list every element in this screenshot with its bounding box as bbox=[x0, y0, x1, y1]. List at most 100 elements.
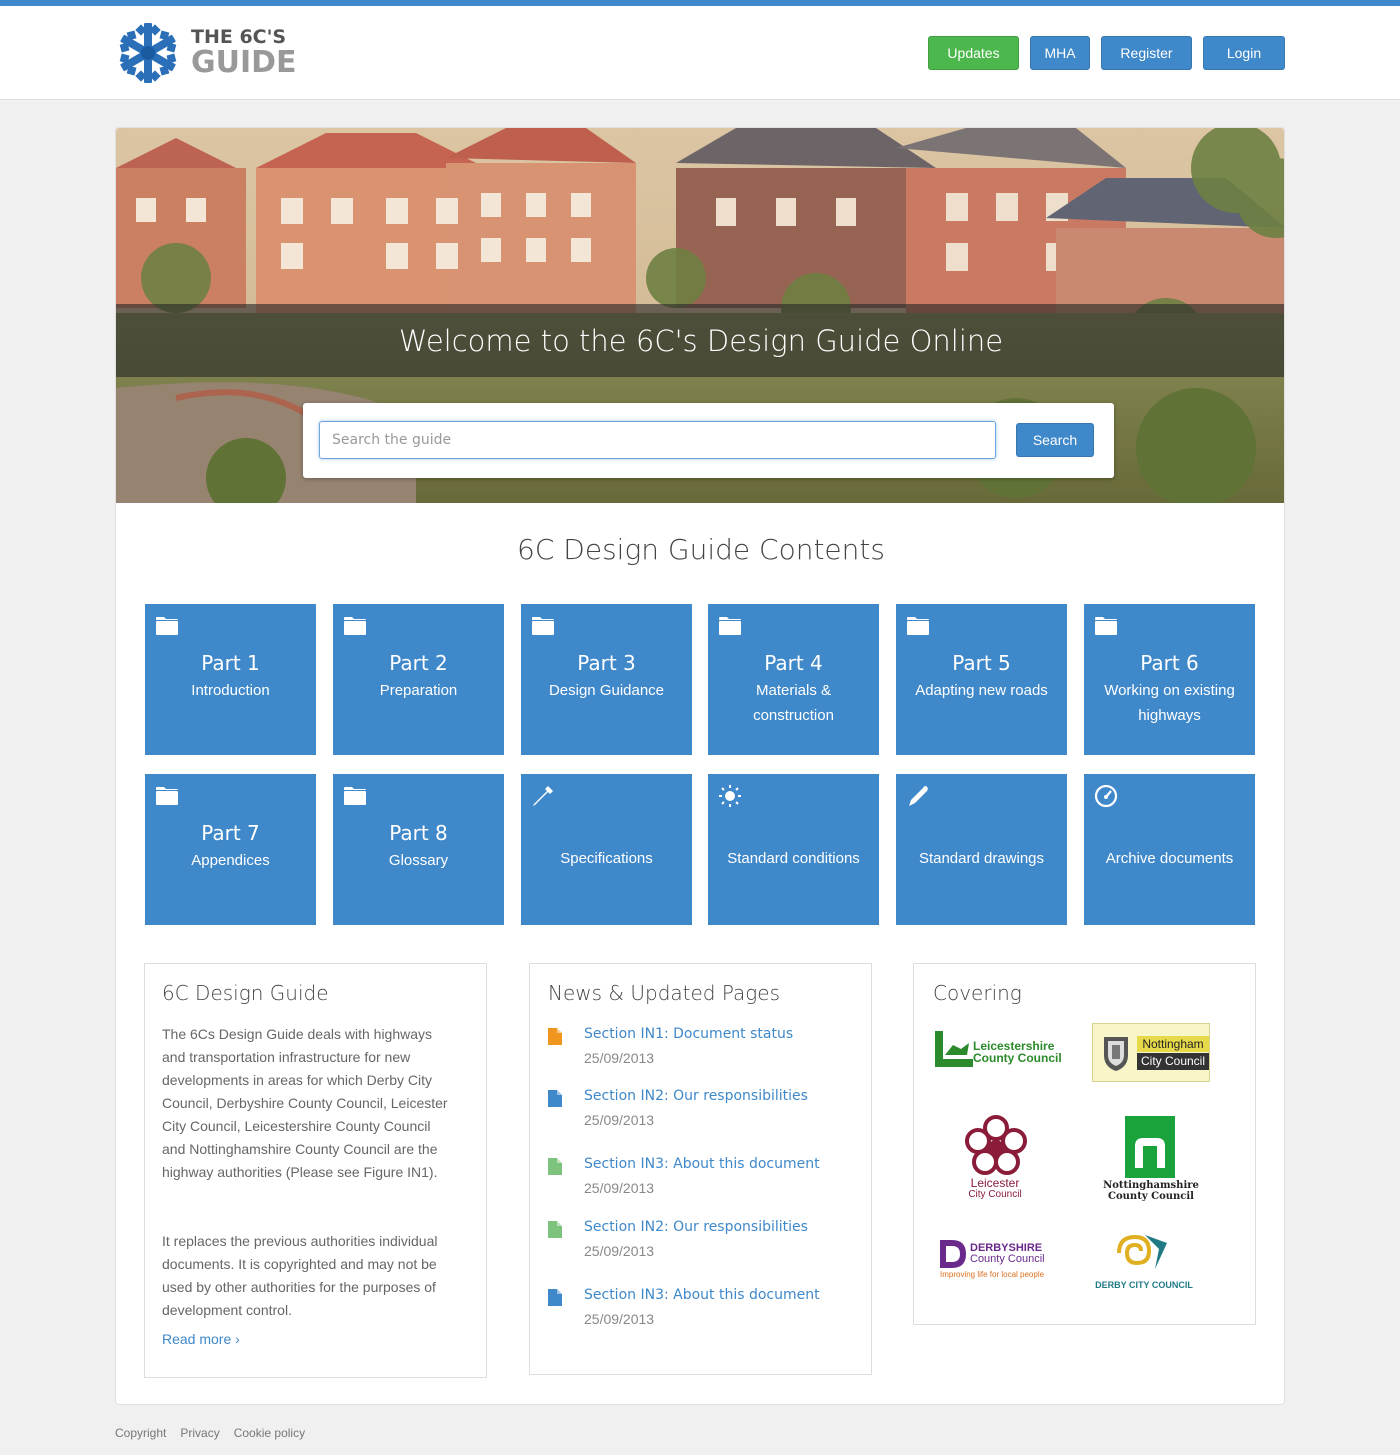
folder-icon bbox=[718, 614, 742, 638]
footer-links: Copyright Privacy Cookie policy bbox=[115, 1426, 305, 1440]
logo-subtitle: GUIDE bbox=[191, 45, 297, 80]
derby-name: DERBY CITY COUNCIL bbox=[1095, 1280, 1193, 1290]
dashboard-icon bbox=[1094, 784, 1118, 808]
sun-icon bbox=[718, 784, 742, 808]
tile-title: Part 2 bbox=[389, 651, 448, 675]
tile-subtitle: Standard drawings bbox=[918, 850, 1045, 867]
news-date: 25/09/2013 bbox=[584, 1112, 655, 1128]
about-panel: 6C Design Guide The 6Cs Design Guide dea… bbox=[144, 963, 487, 1378]
contents-tile-9[interactable]: Specifications bbox=[521, 774, 692, 925]
updates-button[interactable]: Updates bbox=[928, 36, 1019, 70]
news-date: 25/09/2013 bbox=[584, 1311, 655, 1327]
tile-subtitle: Working on existing highways bbox=[1104, 682, 1235, 724]
contents-tile-2[interactable]: Part 2 Preparation bbox=[333, 604, 504, 755]
leicester-city-council-logo[interactable]: Leicester City Council bbox=[950, 1114, 1040, 1204]
tile-subtitle: Materials & construction bbox=[753, 682, 834, 724]
derbyshire-county-council-logo[interactable]: DERBYSHIRE County Council Improving life… bbox=[938, 1236, 1058, 1286]
tile-title: Part 8 bbox=[389, 821, 448, 845]
copyright-link[interactable]: Copyright bbox=[115, 1426, 166, 1440]
folder-icon bbox=[155, 784, 179, 808]
news-date: 25/09/2013 bbox=[584, 1050, 655, 1066]
contents-tile-11[interactable]: Standard drawings bbox=[896, 774, 1067, 925]
folder-icon bbox=[343, 784, 367, 808]
n-emblem-icon bbox=[1125, 1116, 1175, 1178]
contents-title: 6C Design Guide Contents bbox=[517, 533, 885, 566]
tile-subtitle: Design Guidance bbox=[548, 682, 665, 699]
nottinghamshire-subname: County Council bbox=[1108, 1191, 1194, 1202]
tile-subtitle: Archive documents bbox=[1105, 850, 1234, 867]
news-link[interactable]: Section IN3: About this document bbox=[584, 1287, 820, 1303]
tile-subtitle: Introduction bbox=[191, 682, 270, 699]
contents-tile-3[interactable]: Part 3 Design Guidance bbox=[521, 604, 692, 755]
contents-tile-1[interactable]: Part 1 Introduction bbox=[145, 604, 316, 755]
news-date: 25/09/2013 bbox=[584, 1243, 655, 1259]
hero-banner: Welcome to the 6C's Design Guide Online … bbox=[116, 128, 1284, 503]
hero-title: Welcome to the 6C's Design Guide Online bbox=[398, 323, 1004, 358]
search-button[interactable]: Search bbox=[1016, 423, 1094, 457]
fox-emblem-icon bbox=[935, 1031, 973, 1067]
nottinghamshire-name: Nottinghamshire bbox=[1103, 1180, 1199, 1191]
tile-title: Part 1 bbox=[201, 651, 260, 675]
news-link[interactable]: Section IN2: Our responsibilities bbox=[584, 1088, 808, 1104]
news-link[interactable]: Section IN2: Our responsibilities bbox=[584, 1219, 808, 1235]
nottinghamshire-county-council-logo[interactable]: Nottinghamshire County Council bbox=[1101, 1116, 1201, 1206]
tile-subtitle: Glossary bbox=[388, 852, 449, 869]
privacy-link[interactable]: Privacy bbox=[180, 1426, 219, 1440]
contents-tile-8[interactable]: Part 8 Glossary bbox=[333, 774, 504, 925]
document-icon bbox=[548, 1028, 562, 1045]
tile-subtitle: Appendices bbox=[191, 852, 270, 869]
document-icon bbox=[548, 1158, 562, 1175]
eyedropper-icon bbox=[531, 784, 555, 808]
contents-tile-5[interactable]: Part 5 Adapting new roads bbox=[896, 604, 1067, 755]
search-box: Search bbox=[303, 403, 1114, 478]
nottingham-city-council-logo[interactable]: Nottingham City Council bbox=[1092, 1023, 1210, 1082]
read-more-link[interactable]: Read more › bbox=[162, 1331, 240, 1347]
tile-title: Part 7 bbox=[201, 821, 260, 845]
main-panel: Welcome to the 6C's Design Guide Online … bbox=[115, 127, 1285, 1405]
folder-icon bbox=[343, 614, 367, 638]
folder-icon bbox=[1094, 614, 1118, 638]
about-title: 6C Design Guide bbox=[162, 981, 329, 1005]
login-button[interactable]: Login bbox=[1203, 36, 1285, 70]
derbyshire-subname: County Council bbox=[970, 1253, 1045, 1265]
pencil-icon bbox=[906, 784, 930, 808]
contents-tile-4[interactable]: Part 4 Materials & construction bbox=[708, 604, 879, 755]
covering-panel: Covering Leicestershire County Council N… bbox=[913, 963, 1256, 1325]
news-date: 25/09/2013 bbox=[584, 1180, 655, 1196]
document-icon bbox=[548, 1289, 562, 1306]
about-paragraph-2: It replaces the previous authorities ind… bbox=[162, 1233, 438, 1318]
cookie-policy-link[interactable]: Cookie policy bbox=[234, 1426, 305, 1440]
mha-button[interactable]: MHA bbox=[1030, 36, 1090, 70]
tile-title: Part 5 bbox=[952, 651, 1011, 675]
tile-subtitle: Specifications bbox=[560, 850, 653, 867]
ram-emblem-icon bbox=[1117, 1234, 1167, 1269]
contents-tile-10[interactable]: Standard conditions bbox=[708, 774, 879, 925]
leicestershire-county-council-logo[interactable]: Leicestershire County Council bbox=[935, 1029, 1062, 1069]
derbyshire-tagline: Improving life for local people bbox=[940, 1270, 1045, 1279]
contents-tile-6[interactable]: Part 6 Working on existing highways bbox=[1084, 604, 1255, 755]
header-nav: Updates MHA Register Login bbox=[928, 36, 1285, 70]
tile-title: Part 6 bbox=[1140, 651, 1199, 675]
site-logo[interactable]: THE 6C'S GUIDE bbox=[115, 20, 297, 86]
news-title: News & Updated Pages bbox=[548, 981, 780, 1005]
document-icon bbox=[548, 1221, 562, 1238]
tile-subtitle: Adapting new roads bbox=[915, 682, 1048, 699]
nottingham-name: Nottingham bbox=[1137, 1036, 1209, 1052]
news-link[interactable]: Section IN3: About this document bbox=[584, 1156, 820, 1172]
news-link[interactable]: Section IN1: Document status bbox=[584, 1026, 793, 1042]
tile-subtitle: Preparation bbox=[379, 682, 458, 699]
leicester-name: Leicester bbox=[970, 1176, 1020, 1190]
derby-city-council-logo[interactable]: DERBY CITY COUNCIL bbox=[1091, 1229, 1197, 1294]
register-button[interactable]: Register bbox=[1101, 36, 1192, 70]
site-header: THE 6C'S GUIDE Updates MHA Register Logi… bbox=[0, 6, 1400, 100]
tile-subtitle: Standard conditions bbox=[727, 850, 860, 867]
contents-tile-12[interactable]: Archive documents bbox=[1084, 774, 1255, 925]
news-panel: News & Updated Pages Section IN1: Docume… bbox=[529, 963, 872, 1375]
crest-icon bbox=[1104, 1037, 1128, 1071]
search-input[interactable] bbox=[319, 421, 996, 459]
folder-icon bbox=[906, 614, 930, 638]
contents-tile-7[interactable]: Part 7 Appendices bbox=[145, 774, 316, 925]
rose-emblem-icon bbox=[965, 1115, 1027, 1175]
covering-title: Covering bbox=[933, 981, 1022, 1005]
document-icon bbox=[548, 1090, 562, 1107]
